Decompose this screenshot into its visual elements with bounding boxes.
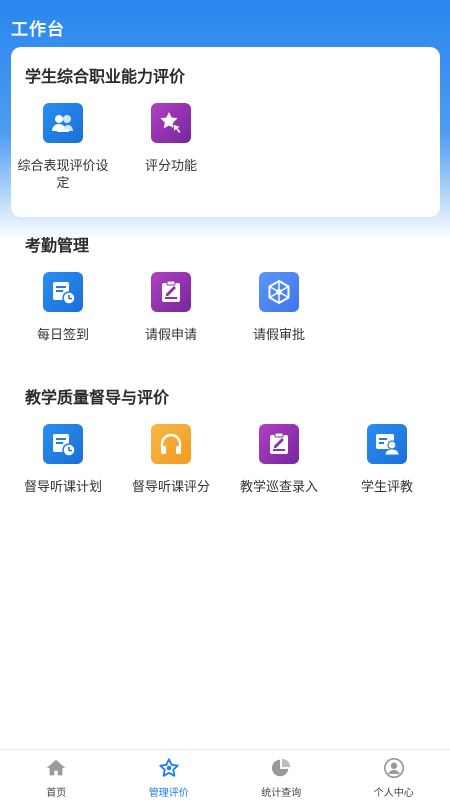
hexagon-aperture-icon — [259, 272, 299, 312]
app-student-evaluate-teaching[interactable]: 学生评教 — [333, 424, 441, 496]
headphones-icon — [151, 424, 191, 464]
app-label: 请假申请 — [144, 328, 197, 343]
app-label: 教学巡查录入 — [239, 480, 318, 495]
tab-management-evaluation[interactable]: 管理评价 — [113, 750, 226, 800]
section-title: 教学质量督导与评价 — [25, 388, 170, 407]
home-icon — [47, 759, 66, 776]
section-teaching-quality: 教学质量督导与评价 督导听课计划 督导听课评分 教学巡查录入 学生评教 — [11, 370, 440, 520]
tab-label: 统计查询 — [261, 788, 302, 799]
app-supervision-plan[interactable]: 督导听课计划 — [9, 424, 117, 496]
bottom-tab-bar: 首页 管理评价 统计查询 个人中心 — [0, 749, 450, 800]
page-title: 工作台 — [11, 20, 65, 40]
user-card-icon — [367, 424, 407, 464]
app-leave-request[interactable]: 请假申请 — [117, 272, 225, 344]
app-composite-evaluation-setting[interactable]: 综合表现评价设定 — [9, 103, 117, 192]
tab-personal-center[interactable]: 个人中心 — [338, 750, 450, 800]
app-label: 督导听课评分 — [131, 480, 210, 495]
app-label: 每日签到 — [36, 328, 89, 343]
tab-label: 首页 — [46, 788, 67, 799]
tab-statistics-query[interactable]: 统计查询 — [225, 750, 338, 800]
app-label: 督导听课计划 — [23, 480, 102, 495]
clipboard-edit-icon — [151, 272, 191, 312]
app-label: 请假审批 — [252, 328, 305, 343]
app-scoring[interactable]: 评分功能 — [117, 103, 225, 175]
app-label: 综合表现评价设定 — [17, 159, 109, 191]
tab-label: 管理评价 — [148, 788, 189, 799]
app-leave-approval[interactable]: 请假审批 — [225, 272, 333, 344]
clipboard-edit-icon — [259, 424, 299, 464]
section-student-ability: 学生综合职业能力评价 综合表现评价设定 评分功能 — [11, 47, 440, 217]
app-label: 学生评教 — [360, 480, 413, 495]
tab-label: 个人中心 — [373, 788, 414, 799]
star-icon — [159, 758, 179, 777]
card-clock-icon — [43, 424, 83, 464]
card-clock-icon — [43, 272, 83, 312]
tab-home[interactable]: 首页 — [0, 750, 113, 800]
app-label: 评分功能 — [144, 159, 197, 174]
section-title: 考勤管理 — [25, 236, 90, 255]
app-daily-checkin[interactable]: 每日签到 — [9, 272, 117, 344]
star-cursor-icon — [151, 103, 191, 143]
section-attendance: 考勤管理 每日签到 请假申请 请假审批 — [11, 220, 440, 360]
pie-chart-icon — [272, 758, 291, 777]
app-teaching-inspection-entry[interactable]: 教学巡查录入 — [225, 424, 333, 496]
person-circle-icon — [383, 758, 404, 778]
section-title: 学生综合职业能力评价 — [25, 67, 186, 86]
users-icon — [43, 103, 83, 143]
app-supervision-scoring[interactable]: 督导听课评分 — [117, 424, 225, 496]
